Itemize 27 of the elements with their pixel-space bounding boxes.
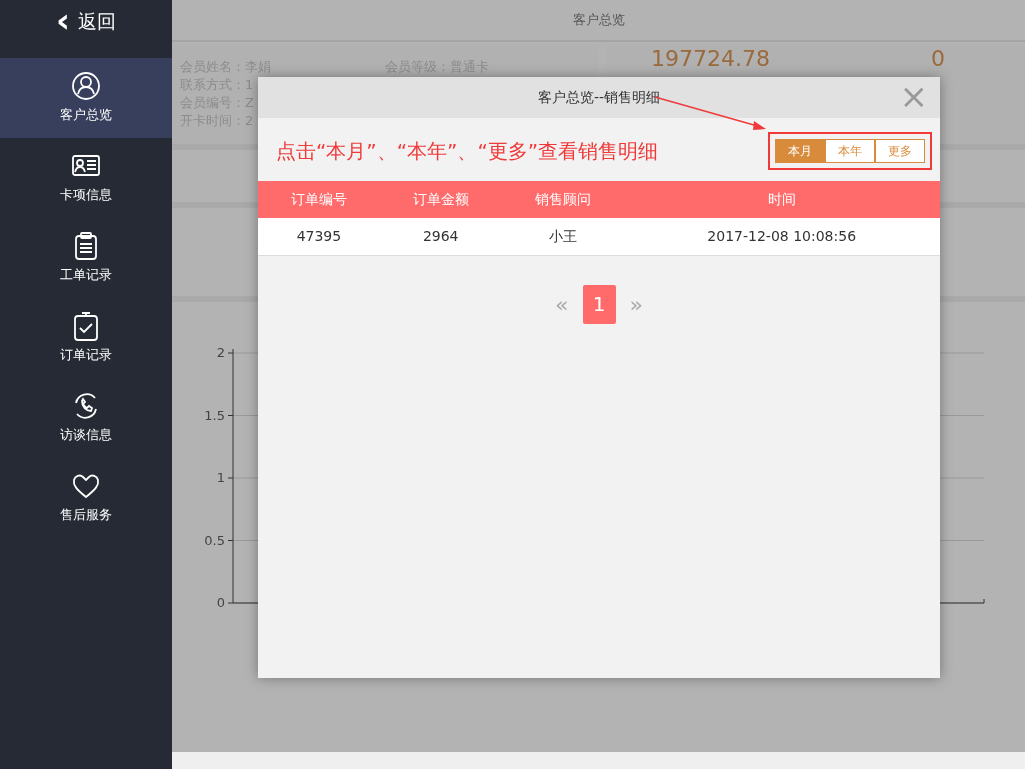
axis-label: 0	[216, 595, 225, 610]
sidebar-item[interactable]: 客户总览	[0, 58, 172, 138]
column-header: 订单金额	[379, 181, 502, 218]
sidebar-item[interactable]: 访谈信息	[0, 378, 172, 458]
column-header: 时间	[623, 181, 940, 218]
table-cell: 2964	[379, 218, 502, 255]
stat-value: 197724.78	[651, 46, 770, 72]
table-cell: 47395	[258, 218, 380, 255]
table-cell: 小王	[501, 218, 624, 255]
sidebar-item[interactable]: 工单记录	[0, 218, 172, 298]
stat-value: 0	[931, 46, 945, 72]
dialog-title: 客户总览--销售明细	[537, 88, 661, 107]
column-header: 订单编号	[258, 181, 380, 218]
axis-label: 1	[216, 470, 225, 485]
person-icon	[71, 71, 101, 102]
sidebar-item[interactable]: 售后服务	[0, 458, 172, 538]
annotation-text: 点击“本月”、“本年”、“更多”查看销售明细	[276, 138, 659, 165]
table-cell: 2017-12-08 10:08:56	[623, 218, 940, 255]
axis-label: 1.5	[204, 407, 225, 423]
sidebar-item[interactable]: 卡项信息	[0, 138, 172, 218]
page-title: 客户总览	[172, 0, 1025, 42]
axis-label: 2	[216, 345, 225, 360]
checklist-icon	[71, 311, 101, 342]
column-header: 销售顾问	[501, 181, 624, 218]
back-button[interactable]: ‹ 返回	[0, 0, 172, 44]
axis-label: 0.5	[204, 532, 225, 548]
sidebar-item[interactable]: 订单记录	[0, 298, 172, 378]
